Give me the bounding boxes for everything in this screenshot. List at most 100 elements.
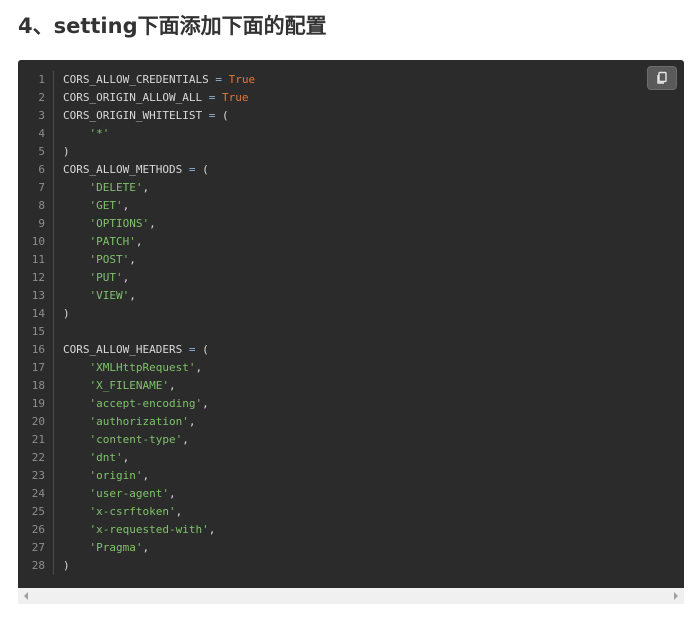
code-token: , <box>142 469 150 482</box>
code-token: , <box>208 523 216 536</box>
code-token: , <box>122 199 130 212</box>
code-line: 'XMLHttpRequest', <box>63 359 674 377</box>
code-lines: CORS_ALLOW_CREDENTIALS = True CORS_ORIGIN… <box>63 71 674 575</box>
code-line: 'OPTIONS', <box>63 215 674 233</box>
line-number: 22 <box>31 451 45 464</box>
line-number: 23 <box>31 469 45 482</box>
code-block: 1 2 3 4 5 6 7 8 9 10 11 12 13 14 15 16 17 18 19 20 21 22 23 24 2… <box>18 60 684 588</box>
string-token: 'user-agent' <box>89 487 169 500</box>
line-number: 14 <box>31 307 45 320</box>
code-line: CORS_ORIGIN_WHITELIST = ( <box>63 107 674 125</box>
code-line: 'user-agent', <box>63 485 674 503</box>
code-token: , <box>182 433 189 446</box>
string-token: 'Pragma' <box>89 541 143 554</box>
string-token: 'PUT' <box>89 271 123 284</box>
line-number: 10 <box>31 235 45 248</box>
code-line: 'content-type', <box>63 431 674 449</box>
string-token: 'DELETE' <box>89 181 143 194</box>
code-token: CORS_ALLOW_CREDENTIALS <box>63 73 216 86</box>
arrow-left-icon[interactable] <box>22 592 30 600</box>
code-token: ( <box>195 163 209 176</box>
code-line: 'x-requested-with', <box>63 521 674 539</box>
string-token: 'OPTIONS' <box>89 217 150 230</box>
line-number: 20 <box>31 415 45 428</box>
line-number: 4 <box>38 127 45 140</box>
code-token: , <box>122 451 130 464</box>
code-token: , <box>142 181 150 194</box>
code-token: , <box>135 235 143 248</box>
code-token: , <box>168 487 176 500</box>
code-line: 'origin', <box>63 467 674 485</box>
code-token: , <box>168 379 176 392</box>
code-line: '*' <box>63 125 674 143</box>
code-token: ) <box>63 145 70 158</box>
line-number: 21 <box>31 433 45 446</box>
line-number: 16 <box>31 343 45 356</box>
code-token: , <box>195 361 203 374</box>
string-token: 'PATCH' <box>89 235 136 248</box>
code-token: ( <box>195 343 209 356</box>
string-token: 'origin' <box>89 469 143 482</box>
code-token: , <box>188 415 196 428</box>
code-line: 'authorization', <box>63 413 674 431</box>
string-token: 'authorization' <box>89 415 189 428</box>
string-token: 'x-csrftoken' <box>89 505 176 518</box>
line-number: 5 <box>38 145 45 158</box>
line-number: 6 <box>38 163 45 176</box>
line-number-gutter: 1 2 3 4 5 6 7 8 9 10 11 12 13 14 15 16 17 18 19 20 21 22 23 24 2… <box>18 71 54 575</box>
string-token: 'VIEW' <box>89 289 130 302</box>
code-line: 'X_FILENAME', <box>63 377 674 395</box>
horizontal-scrollbar[interactable] <box>18 588 684 604</box>
arrow-right-icon[interactable] <box>672 592 680 600</box>
code-token: , <box>122 271 130 284</box>
code-line: 'dnt', <box>63 449 674 467</box>
line-number: 17 <box>31 361 45 374</box>
code-token: , <box>149 217 156 230</box>
line-number: 15 <box>31 325 45 338</box>
string-token: 'XMLHttpRequest' <box>89 361 196 374</box>
string-token: 'GET' <box>89 199 123 212</box>
string-token: '*' <box>89 127 110 140</box>
line-number: 18 <box>31 379 45 392</box>
code-line: 'PATCH', <box>63 233 674 251</box>
code-line: CORS_ALLOW_CREDENTIALS = True <box>63 71 674 89</box>
line-number: 19 <box>31 397 45 410</box>
line-number: 9 <box>38 217 45 230</box>
line-number: 11 <box>31 253 45 266</box>
line-number: 1 <box>38 73 45 86</box>
line-number: 7 <box>38 181 45 194</box>
string-token: 'dnt' <box>89 451 123 464</box>
code-token: , <box>202 397 209 410</box>
code-token: , <box>175 505 183 518</box>
string-token: 'accept-encoding' <box>89 397 203 410</box>
string-token: 'x-requested-with' <box>89 523 209 536</box>
code-line: 'POST', <box>63 251 674 269</box>
line-number: 24 <box>31 487 45 500</box>
code-line: 'accept-encoding', <box>63 395 674 413</box>
code-line: ) <box>63 557 674 575</box>
keyword-token: True <box>228 73 256 86</box>
string-token: 'X_FILENAME' <box>89 379 169 392</box>
code-line: 'DELETE', <box>63 179 674 197</box>
code-line: 'GET', <box>63 197 674 215</box>
code-token: = <box>215 73 222 86</box>
line-number: 2 <box>38 91 45 104</box>
code-token: ) <box>63 559 70 572</box>
string-token: 'POST' <box>89 253 130 266</box>
